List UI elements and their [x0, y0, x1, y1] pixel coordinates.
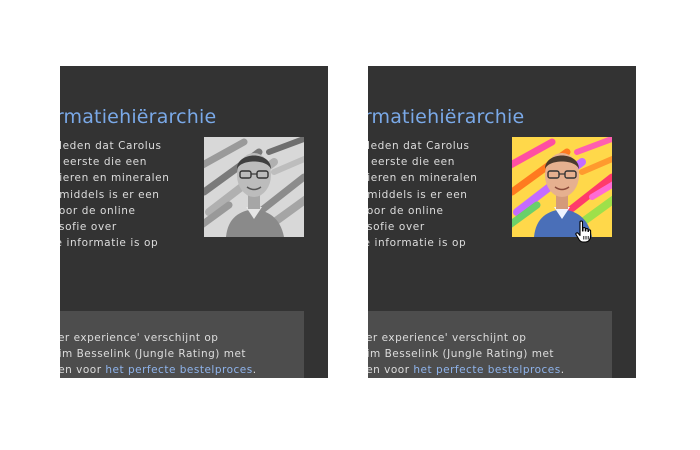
box-line: ken voor het perfecte bestelproces.	[60, 363, 302, 378]
paragraph-line: dieren en mineralen	[60, 172, 170, 185]
box-line: Tim Besselink (Jungle Rating) met	[60, 347, 247, 360]
hand-pointer-icon	[574, 220, 594, 244]
box-paragraph: ser experience' verschijnt op Tim Bessel…	[60, 331, 302, 378]
box-line-suffix: .	[252, 363, 257, 376]
box-line-suffix: .	[560, 363, 565, 376]
related-info-box: ser experience' verschijnt op Tim Bessel…	[60, 311, 304, 378]
paragraph-line: e eerste die een	[60, 156, 147, 169]
paragraph-line: eleden dat Carolus	[60, 140, 162, 152]
portrait-photo-grayscale[interactable]	[204, 137, 304, 237]
paragraph-line: e eerste die een	[368, 156, 455, 169]
box-line: ken voor het perfecte bestelproces.	[368, 363, 610, 378]
paragraph-line: nmiddels is er een	[368, 188, 468, 201]
paragraph-line: osofie over	[368, 221, 425, 234]
intro-paragraph: eleden dat Carolus e eerste die een dier…	[368, 138, 500, 251]
section-heading: ormatiehiërarchie	[60, 106, 217, 128]
panel-hover-state: ormatiehiërarchie eleden dat Carolus e e…	[368, 66, 636, 378]
paragraph-line: eleden dat Carolus	[368, 140, 470, 152]
perfect-ordering-link[interactable]: het perfecte bestelproces	[413, 364, 560, 376]
portrait-photo-color[interactable]	[512, 137, 612, 237]
box-line: Tim Besselink (Jungle Rating) met	[368, 347, 555, 360]
paragraph-line: dieren en mineralen	[368, 172, 478, 185]
paragraph-line: nmiddels is er een	[60, 188, 160, 201]
paragraph-line: le informatie is op	[368, 237, 467, 250]
box-line: ser experience' verschijnt op	[60, 332, 219, 344]
paragraph-line: le informatie is op	[60, 237, 159, 250]
paragraph-line: voor de online	[60, 204, 136, 217]
paragraph-line: osofie over	[60, 221, 117, 234]
perfect-ordering-link[interactable]: het perfecte bestelproces	[105, 364, 252, 376]
box-line: ser experience' verschijnt op	[368, 332, 527, 344]
box-line-prefix: ken voor	[60, 363, 102, 376]
intro-paragraph: eleden dat Carolus e eerste die een dier…	[60, 138, 192, 251]
paragraph-line: voor de online	[368, 204, 444, 217]
box-paragraph: ser experience' verschijnt op Tim Bessel…	[368, 331, 610, 378]
box-line-prefix: ken voor	[368, 363, 410, 376]
related-info-box: ser experience' verschijnt op Tim Bessel…	[368, 311, 612, 378]
panel-grayscale-state: ormatiehiërarchie eleden dat Carolus e e…	[60, 66, 328, 378]
section-heading: ormatiehiërarchie	[368, 106, 525, 128]
